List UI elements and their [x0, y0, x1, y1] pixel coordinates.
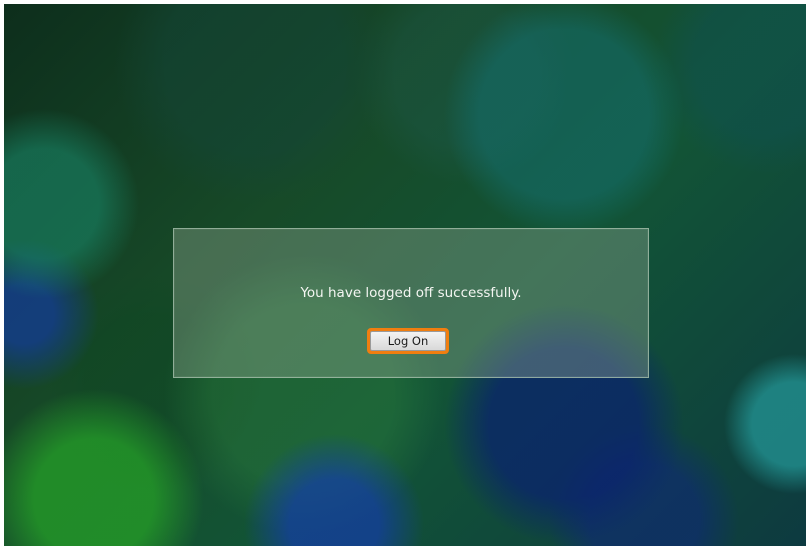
- logon-button[interactable]: Log On: [370, 331, 446, 351]
- logon-button-focus-ring: Log On: [367, 328, 449, 354]
- logoff-message: You have logged off successfully.: [300, 285, 522, 301]
- logoff-dialog: You have logged off successfully. Log On: [173, 228, 649, 378]
- desktop-background: You have logged off successfully. Log On: [4, 4, 806, 546]
